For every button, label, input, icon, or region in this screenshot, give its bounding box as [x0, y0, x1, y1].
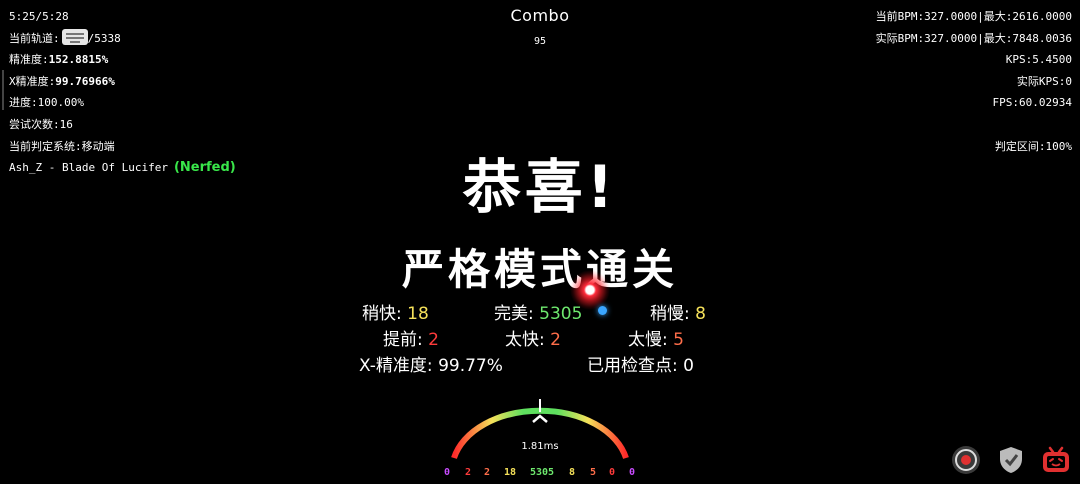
slightly-early-value: 18 [407, 304, 429, 324]
stat-perfect: 完美: 5305 [494, 299, 582, 324]
gauge-offset: 1.81ms [521, 441, 559, 452]
progress-display: 进度:100.00% [9, 96, 84, 110]
slightly-late-label: 稍慢: [650, 304, 690, 324]
strict-clear-title: 严格模式通关 [401, 245, 678, 294]
too-early-value: 2 [550, 330, 561, 350]
precision-value: 152.8815% [48, 53, 109, 67]
xprecision-label: X精准度: [9, 74, 56, 88]
combo-value: 95 [533, 36, 547, 47]
stat-early: 提前: 2 [383, 325, 439, 350]
game-screen: 5:25/5:28 当前轨道:/5338 精准度:152.8815% X精准度:… [0, 0, 1080, 484]
combo-title: Combo [510, 6, 570, 25]
stat-slightly-early: 稍快: 18 [362, 299, 429, 324]
fps-display: FPS:60.02934 [992, 96, 1072, 110]
attempts-display: 尝试次数:16 [9, 117, 73, 131]
judge-count-2: 2 [484, 467, 491, 478]
left-edge-bar [2, 70, 4, 110]
judge-count-7: 0 [609, 467, 616, 478]
too-early-label: 太快: [505, 330, 545, 350]
checkpoints-label: 已用检查点: [587, 356, 678, 376]
xprecision-row: X精准度:99.76966% [9, 71, 236, 93]
too-late-label: 太慢: [628, 330, 668, 350]
xacc-label: X-精准度: [359, 356, 433, 376]
stat-slightly-late: 稍慢: 8 [650, 299, 706, 324]
checkpoints-value: 0 [683, 356, 694, 376]
too-late-value: 5 [673, 330, 684, 350]
blue-planet [598, 306, 607, 315]
judge-count-1: 2 [465, 467, 472, 478]
timing-gauge [451, 399, 629, 459]
stat-xacc: X-精准度: 99.77% [359, 351, 503, 376]
bilibili-tv-icon[interactable] [1040, 444, 1072, 476]
early-value: 2 [428, 330, 439, 350]
judge-count-0: 0 [444, 467, 451, 478]
early-label: 提前: [383, 330, 423, 350]
precision-row: 精准度:152.8815% [9, 49, 236, 71]
judge-count-row: 0 2 2 18 5305 8 5 0 0 [438, 467, 643, 481]
perfect-value: 5305 [539, 304, 583, 324]
gauge-marker-icon [532, 414, 548, 423]
perfect-label: 完美: [494, 304, 534, 324]
precision-label: 精准度: [9, 53, 49, 67]
slightly-late-value: 8 [695, 304, 706, 324]
slightly-early-label: 稍快: [362, 304, 402, 324]
stat-too-late: 太慢: 5 [628, 325, 684, 350]
stat-too-early: 太快: 2 [505, 325, 561, 350]
judge-count-8: 0 [629, 467, 636, 478]
xacc-value: 99.77% [438, 356, 503, 376]
hud-right-panel: 当前BPM:327.0000|最大:2616.0000 实际BPM:327.00… [876, 6, 1072, 157]
real-kps-display: 实际KPS:0 [1016, 74, 1072, 88]
record-icon[interactable] [950, 444, 982, 476]
shield-icon[interactable] [995, 444, 1027, 476]
judge-count-4: 5305 [530, 467, 555, 478]
congrats-title: 恭喜! [462, 153, 618, 221]
xprecision-value: 99.76966% [55, 74, 115, 88]
judge-count-6: 5 [590, 467, 597, 478]
judge-count-5: 8 [569, 467, 576, 478]
kps-display: KPS:5.4500 [1005, 53, 1072, 67]
judge-count-3: 18 [504, 467, 517, 478]
stat-checkpoints: 已用检查点: 0 [587, 351, 694, 376]
